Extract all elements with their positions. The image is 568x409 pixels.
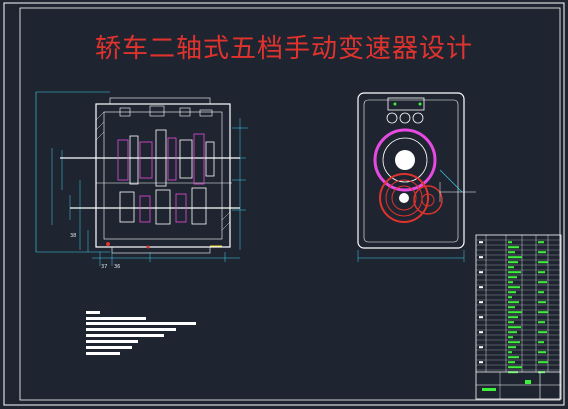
table-row-mark	[508, 246, 519, 249]
table-row-mark	[508, 266, 514, 269]
table-row-mark	[508, 361, 515, 364]
table-row-mark	[538, 361, 548, 364]
table-row-mark	[538, 301, 546, 304]
table-row-mark	[479, 301, 483, 304]
table-row-mark	[538, 351, 546, 354]
table-row-mark	[538, 291, 544, 294]
side-view	[357, 92, 476, 262]
table-row-mark	[508, 326, 521, 329]
table-row-mark	[508, 261, 518, 264]
parts-list-table	[475, 234, 562, 400]
table-row-mark	[508, 316, 518, 319]
table-row-mark	[508, 366, 522, 369]
table-row-mark	[508, 301, 519, 304]
table-row-mark	[538, 331, 547, 334]
table-row-mark	[538, 321, 545, 324]
table-row-mark	[508, 336, 513, 339]
table-row-mark	[508, 356, 519, 359]
table-row-mark	[479, 271, 483, 274]
table-row-mark	[508, 311, 522, 314]
front-view: 38 37 36	[35, 91, 248, 270]
table-row-mark	[508, 346, 516, 349]
table-row-mark	[538, 251, 546, 254]
table-row-mark	[508, 306, 515, 309]
table-row-mark	[508, 321, 514, 324]
dim-label-38: 38	[70, 233, 76, 239]
table-row-mark	[508, 281, 513, 284]
table-row-mark	[479, 256, 483, 259]
table-row-mark	[508, 351, 512, 354]
table-row-mark	[508, 256, 522, 259]
table-row-mark	[479, 241, 483, 244]
table-row-mark	[508, 341, 520, 344]
table-row-mark	[508, 286, 520, 289]
table-row-mark	[538, 261, 548, 264]
table-row-mark	[479, 286, 483, 289]
table-row-mark	[508, 296, 512, 299]
table-row-mark	[508, 276, 517, 279]
table-row-mark	[508, 291, 516, 294]
table-row-mark	[508, 331, 517, 334]
table-row-mark	[508, 241, 512, 244]
table-row-mark	[479, 361, 483, 364]
table-row-mark	[538, 281, 547, 284]
table-row-mark	[479, 346, 483, 349]
table-row-mark	[508, 271, 521, 274]
table-row-mark	[479, 331, 483, 334]
table-row-mark	[508, 251, 515, 254]
dim-label-37: 37	[101, 264, 107, 270]
table-row-mark	[479, 316, 483, 319]
table-row-mark	[538, 241, 544, 244]
technical-notes	[86, 311, 196, 355]
drawing-title: 轿车二轴式五档手动变速器设计	[94, 34, 473, 64]
cad-drawing-viewport[interactable]: 38 37 36 轿车二轴式五档手动变速器设计	[0, 0, 568, 409]
table-row-mark	[538, 311, 548, 314]
table-row-mark	[538, 271, 545, 274]
table-row-mark	[538, 341, 544, 344]
dim-label-36: 36	[114, 264, 120, 270]
